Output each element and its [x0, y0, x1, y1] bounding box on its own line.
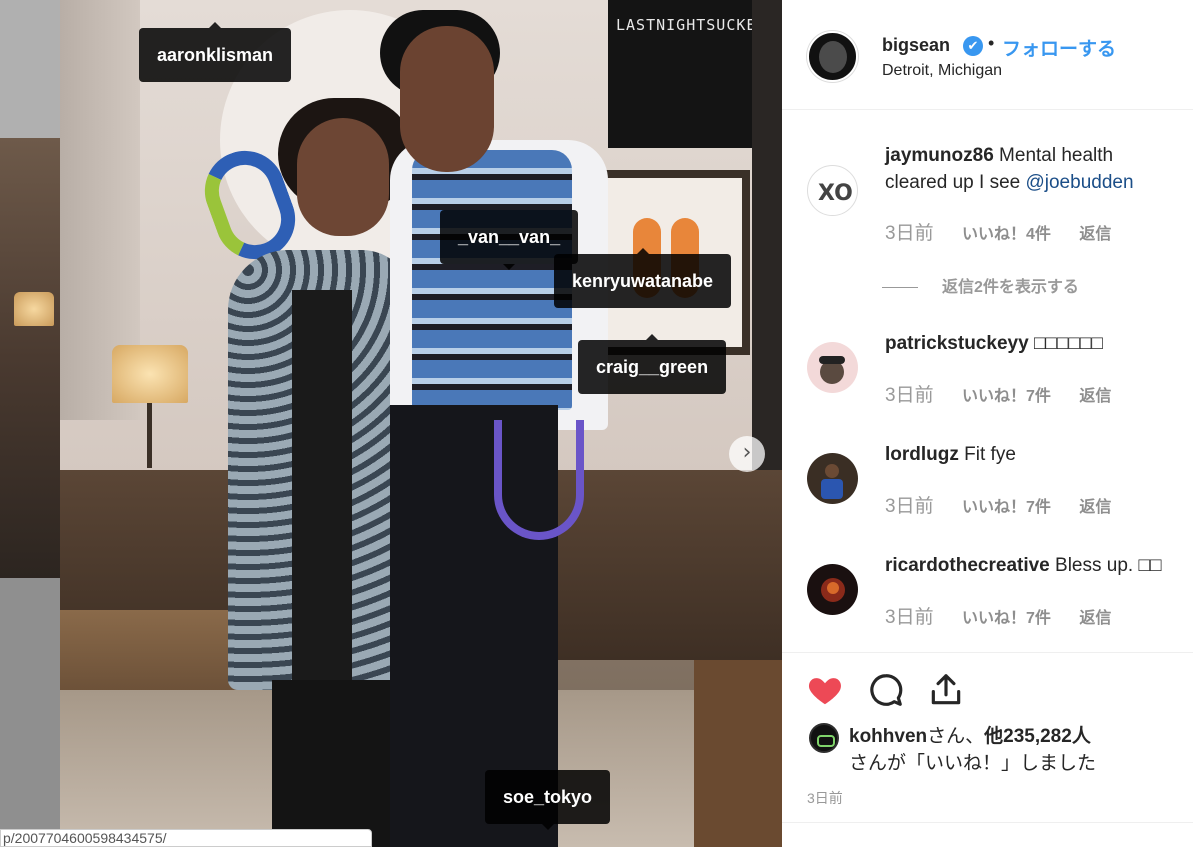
xo-logo-icon: XO: [818, 181, 853, 206]
person-man-head: [400, 26, 494, 172]
person-avatar-icon: [821, 464, 843, 499]
comment-time: 3日前: [885, 607, 934, 628]
person-woman-head: [297, 118, 389, 236]
comment-reply-button[interactable]: 返信: [1079, 499, 1111, 516]
comment-time: 3日前: [885, 385, 934, 406]
user-tag-craig-green[interactable]: craig__green: [578, 334, 727, 394]
likes-count[interactable]: 他235,282人: [984, 726, 1091, 747]
comment-username[interactable]: patrickstuckeyy: [885, 333, 1029, 354]
background-strip: [0, 578, 60, 847]
follow-button[interactable]: フォローする: [1002, 34, 1116, 61]
likes-summary: kohhvenさん、他235,282人 さんが「いいね！」しました: [849, 726, 1097, 774]
avatar-kohhven[interactable]: [809, 723, 839, 753]
comment-input-area[interactable]: [782, 822, 1193, 847]
person-woman-pants: [272, 680, 390, 847]
comment-username[interactable]: jaymunoz86: [885, 145, 994, 166]
comment-time: 3日前: [885, 223, 934, 244]
background-strip: [0, 0, 60, 138]
comment-reply-button[interactable]: 返信: [1079, 388, 1111, 405]
next-arrow-icon[interactable]: ›: [729, 436, 765, 472]
dark-portrait-icon: [821, 578, 845, 602]
post-timestamp: 3日前: [807, 790, 843, 806]
comment-meta: 3日前 いいね！7件 返信: [885, 380, 1111, 407]
person-man-rope-accessory: [494, 420, 584, 540]
comment-time: 3日前: [885, 496, 934, 517]
heart-icon[interactable]: [806, 671, 844, 709]
cap-avatar-icon: [819, 356, 845, 384]
comment-likes[interactable]: いいね！7件: [962, 499, 1051, 516]
user-tag-aaronklisman[interactable]: aaronklisman: [139, 22, 292, 82]
comment-likes[interactable]: いいね！7件: [962, 610, 1051, 627]
background-page: [0, 0, 60, 847]
comment-meta: 3日前 いいね！7件 返信: [885, 491, 1111, 518]
poster-text: LASTNIGHTSUCKED: [616, 16, 767, 34]
comment-likes[interactable]: いいね！7件: [962, 388, 1051, 405]
avatar-bigsean[interactable]: [807, 31, 858, 82]
view-replies-button[interactable]: 返信2件を表示する: [882, 273, 1079, 297]
liked-text: さんが「いいね！」しました: [849, 753, 1097, 774]
comment-meta: 3日前 いいね！4件 返信: [885, 218, 1111, 245]
comment-mention[interactable]: @joebudden: [1025, 172, 1133, 193]
avatar-lordlugz[interactable]: [807, 453, 858, 504]
avatar-jaymunoz86[interactable]: XO: [807, 165, 858, 216]
liker-username[interactable]: kohhven: [849, 726, 927, 747]
comment-text: ricardothecreative Bless up. □□: [885, 555, 1162, 576]
comment-text: patrickstuckeyy □□□□□□: [885, 333, 1103, 354]
photo-dark-wall: [752, 0, 782, 480]
status-url-bar: p/2007704600598434575/: [0, 829, 372, 847]
post-side-panel: bigsean ✔ • フォローする Detroit, Michigan XO …: [782, 0, 1193, 847]
svg-text:XO: XO: [818, 181, 853, 206]
post-location[interactable]: Detroit, Michigan: [882, 62, 1002, 80]
comment-reply-button[interactable]: 返信: [1079, 226, 1111, 243]
background-photo-edge: [0, 138, 60, 578]
comment-text: jaymunoz86 Mental health cleared up I se…: [885, 145, 1134, 193]
background-lamp: [14, 292, 54, 326]
post-actions: kohhvenさん、他235,282人 さんが「いいね！」しました 3日前: [782, 652, 1193, 822]
person-woman-top: [292, 290, 352, 690]
post-header: bigsean ✔ • フォローする Detroit, Michigan: [782, 0, 1193, 110]
comment-username[interactable]: ricardothecreative: [885, 555, 1050, 576]
comment-text: lordlugz Fit fye: [885, 444, 1016, 465]
user-tag-soe-tokyo[interactable]: soe_tokyo: [485, 770, 611, 830]
comment-meta: 3日前 いいね！7件 返信: [885, 602, 1111, 629]
comment-reply-button[interactable]: 返信: [1079, 610, 1111, 627]
photo-lamp-pole: [147, 403, 152, 468]
photo-lamp: [112, 345, 188, 403]
verified-badge-icon: ✔: [963, 36, 983, 56]
avatar-ricardothecreative[interactable]: [807, 564, 858, 615]
photo-side-table: [694, 660, 782, 847]
person-man-vest: [412, 150, 572, 410]
user-tag-kenryuwatanabe[interactable]: kenryuwatanabe: [554, 248, 732, 308]
post-author-username[interactable]: bigsean: [882, 35, 950, 56]
photo-poster: LASTNIGHTSUCKED: [608, 0, 765, 148]
separator-dot: •: [988, 33, 995, 53]
comment-username[interactable]: lordlugz: [885, 444, 959, 465]
avatar-patrickstuckeyy[interactable]: [807, 342, 858, 393]
comment-icon[interactable]: [867, 671, 905, 709]
post-photo[interactable]: LASTNIGHTSUCKED aaronklisman _van__van_ …: [60, 0, 782, 847]
share-icon[interactable]: [927, 671, 965, 709]
comment-likes[interactable]: いいね！4件: [962, 226, 1051, 243]
